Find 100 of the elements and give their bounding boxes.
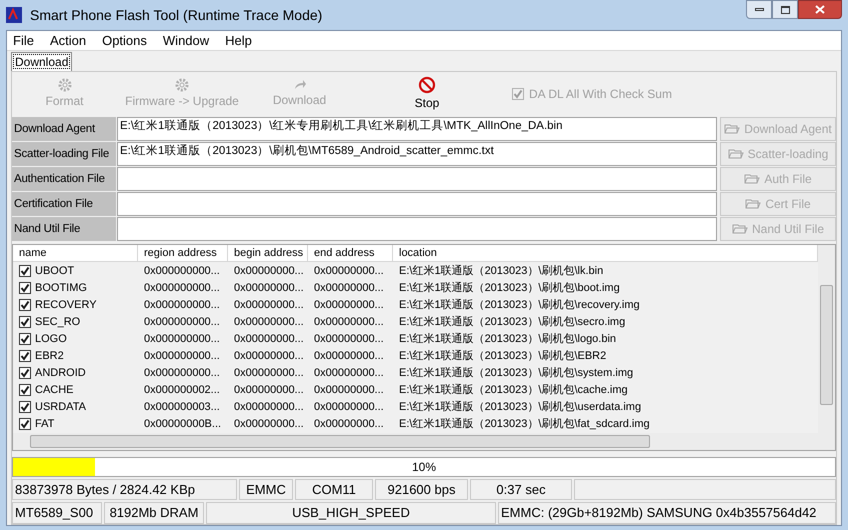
status-field: EMMC [239, 478, 293, 500]
toolbar-button[interactable]: Stop [352, 74, 502, 114]
folder-icon [724, 123, 740, 136]
menu-item[interactable]: Options [102, 30, 147, 50]
table-cell-text: 0x00000000... [233, 314, 305, 330]
field-label: Scatter-loading File [12, 142, 116, 166]
table-cell-text: 0x00000000... [313, 264, 385, 279]
path-field[interactable] [117, 167, 717, 192]
table-cell-text: E:\红米1联通版（2013023）\刷机包\logo.bin [398, 332, 618, 347]
gear-icon [58, 78, 72, 92]
tab[interactable]: Download [11, 52, 72, 71]
status-field: 83873978 Bytes / 2824.42 KBp [12, 478, 237, 500]
table-cell-text: 0x000000000... [143, 314, 221, 330]
table-cell-text: FAT [35, 416, 54, 432]
table-cell-text: 0x00000000... [233, 298, 305, 313]
folder-icon [744, 173, 760, 186]
status-field: 0:37 sec [470, 478, 572, 500]
window-title: Smart Phone Flash Tool (Runtime Trace Mode) [30, 6, 322, 25]
menu-item[interactable]: File [13, 30, 34, 50]
progress-text: 10% [410, 458, 438, 476]
table-cell-text: 0x00000000... [233, 264, 305, 279]
path-field[interactable] [117, 217, 717, 242]
checkbox[interactable] [19, 282, 31, 294]
column-header[interactable]: end address [308, 245, 393, 262]
table-cell-text: 0x000000000... [143, 366, 221, 381]
table-cell-text: 0x000000000... [143, 298, 221, 313]
field-label: Nand Util File [12, 217, 116, 242]
status-field: EMMC: (29Gb+8192Mb) SAMSUNG 0x4b3557564d42 [498, 502, 836, 524]
column-header[interactable]: begin address [228, 245, 308, 262]
path-field[interactable] [117, 192, 717, 216]
table-cell-text: E:\红米1联通版（2013023）\刷机包\system.img [398, 366, 634, 381]
field-label: Download Agent [12, 117, 116, 142]
checkbox[interactable] [19, 400, 31, 413]
table-cell-text: 0x00000000... [313, 280, 385, 296]
table-cell-text: RECOVERY [35, 298, 97, 313]
minimize-button[interactable] [746, 0, 772, 19]
table-cell-text: 0x00000000... [313, 298, 385, 313]
checkbox[interactable] [19, 384, 31, 396]
table-cell-text: 0x00000000... [313, 314, 385, 330]
close-button[interactable] [798, 0, 842, 19]
folder-icon [732, 223, 748, 236]
checkbox[interactable] [19, 418, 31, 430]
checkbox[interactable] [19, 350, 31, 362]
table-cell-text: 0x000000000... [143, 264, 221, 279]
table-cell-text: UBOOT [35, 264, 74, 279]
horizontal-scrollbar[interactable] [13, 432, 835, 450]
column-header[interactable]: name [13, 245, 138, 262]
table-cell-text: E:\红米1联通版（2013023）\刷机包\boot.img [398, 280, 621, 296]
menu-item[interactable]: Help [225, 30, 252, 50]
table-cell-text: 0x00000000... [313, 382, 385, 398]
table-cell-text: 0x00000000... [313, 400, 385, 415]
vertical-scrollbar[interactable] [818, 245, 835, 433]
field-label: Authentication File [12, 167, 116, 192]
checkbox[interactable] [19, 264, 31, 277]
menu-item[interactable]: Window [162, 30, 210, 50]
table-cell-text: USRDATA [35, 400, 86, 415]
table-cell-text: 0x000000000... [143, 348, 221, 364]
table-cell-text: 0x000000002... [143, 382, 221, 398]
table-cell-text: E:\红米1联通版（2013023）\刷机包\EBR2 [398, 348, 608, 364]
maximize-button[interactable] [772, 0, 798, 19]
status-field: 8192Mb DRAM [104, 502, 204, 524]
table-cell-text: 0x00000000... [313, 348, 385, 364]
table-cell-text: EBR2 [35, 348, 64, 364]
table-cell-text: 0x00000000... [233, 400, 305, 415]
table-cell-text: 0x00000000... [233, 332, 305, 347]
status-field: COM11 [295, 478, 373, 500]
table-cell-text: 0x00000000... [313, 366, 385, 381]
table-cell-text: E:\红米1联通版（2013023）\刷机包\lk.bin [398, 264, 604, 279]
table-cell-text: BOOTIMG [35, 280, 87, 296]
table-cell-text: 0x000000003... [143, 400, 221, 415]
checkbox[interactable] [19, 332, 31, 345]
table-cell-text: LOGO [35, 332, 67, 347]
menu-item[interactable]: Action [50, 30, 86, 50]
table-cell-text: E:\红米1联通版（2013023）\刷机包\secro.img [398, 314, 626, 330]
checkbox[interactable] [19, 366, 31, 379]
table-cell-text: 0x00000000... [233, 366, 305, 381]
table-cell-text: E:\红米1联通版（2013023）\刷机包\recovery.img [398, 298, 641, 313]
table-cell-text: E:\红米1联通版（2013023）\刷机包\cache.img [398, 382, 629, 398]
table-cell-text: 0x00000000... [233, 416, 305, 432]
table-cell-text: CACHE [35, 382, 74, 398]
table-cell-text: 0x00000000B... [143, 416, 222, 432]
table-cell-text: 0x000000000... [143, 332, 221, 347]
table-cell-text: E:\红米1联通版（2013023）\刷机包\userdata.img [398, 400, 642, 415]
app-icon [6, 7, 22, 23]
table-cell-text: SEC_RO [35, 314, 80, 330]
column-header[interactable]: region address [138, 245, 228, 262]
status-field: 921600 bps [375, 478, 468, 500]
table-cell-text: 0x00000000... [233, 348, 305, 364]
checkbox[interactable] [19, 298, 31, 311]
folder-icon [745, 198, 762, 210]
status-field: MT6589_S00 [12, 502, 102, 524]
checkbox[interactable] [19, 316, 31, 328]
close-icon [815, 5, 825, 14]
table-cell-text: 0x00000000... [233, 280, 305, 296]
redo-arrow-icon [292, 78, 306, 91]
status-field: USB_HIGH_SPEED [206, 502, 496, 524]
table-cell-text: 0x00000000... [313, 416, 385, 432]
table-cell-text: 0x00000000... [233, 382, 305, 398]
table-cell-text: 0x000000000... [143, 280, 221, 296]
table-cell-text: ANDROID [35, 366, 86, 381]
